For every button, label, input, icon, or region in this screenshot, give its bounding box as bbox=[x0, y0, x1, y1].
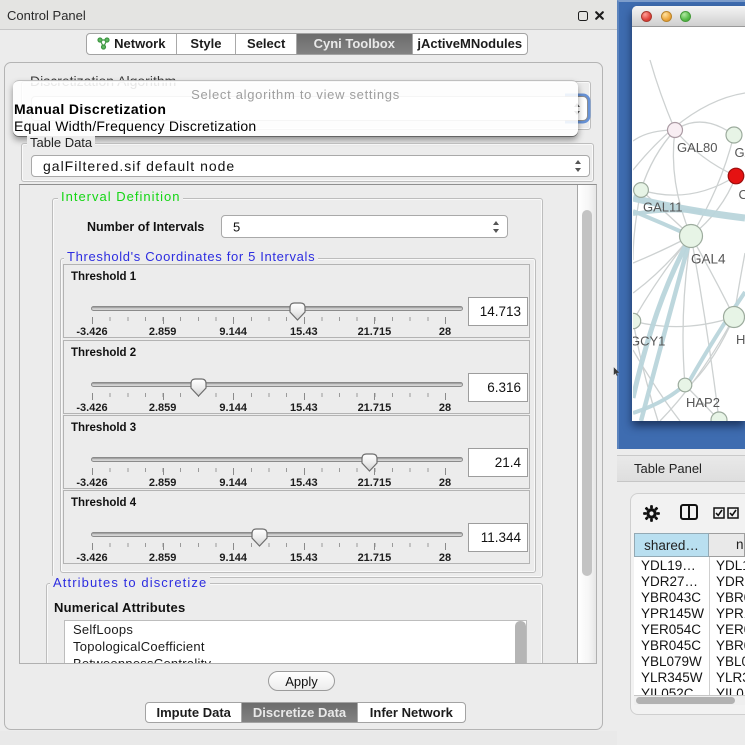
svg-text:CY: CY bbox=[739, 187, 745, 202]
svg-text:H: H bbox=[736, 332, 745, 347]
svg-text:GA: GA bbox=[735, 145, 745, 160]
svg-text:GCY1: GCY1 bbox=[633, 334, 665, 349]
svg-text:GAL80: GAL80 bbox=[677, 140, 717, 155]
svg-text:GAL11: GAL11 bbox=[643, 200, 683, 215]
svg-text:GAL4: GAL4 bbox=[691, 252, 726, 267]
svg-text:HAP2: HAP2 bbox=[686, 395, 720, 410]
